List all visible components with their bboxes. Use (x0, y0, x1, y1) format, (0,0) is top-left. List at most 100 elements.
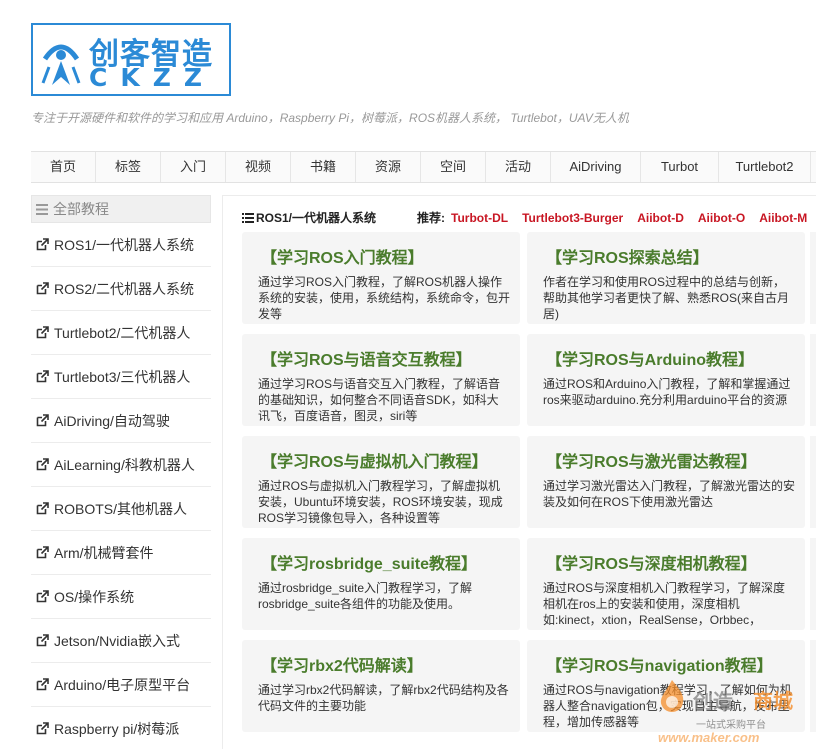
nav-item-video[interactable]: 视频 (226, 152, 291, 182)
sidebar-item[interactable]: ROS1/一代机器人系统 (31, 223, 211, 267)
card-description: 通过rosbridge_suite入门教程学习，了解rosbridge_suit… (258, 581, 473, 611)
recommend-link-turtlebot3-burger[interactable]: Turtlebot3-Burger (522, 211, 623, 225)
tutorial-card[interactable]: 【学习ROS与navigation教程】 通过ROS与navigation教程学习… (527, 640, 805, 732)
card-title[interactable]: 【学习ROS与激光雷达教程】 (546, 448, 757, 472)
sidebar-item-label: Turtlebot3/三代机器人 (54, 368, 191, 385)
tutorial-card[interactable]: 【学习rosbridge_suite教程】通过rosbridge_suite入门… (242, 538, 520, 630)
card-title[interactable]: 【学习ROS与语音交互教程】 (261, 346, 472, 370)
card-description: 作者在学习和使用ROS过程中的总结与创新，帮助其他学习者更快了解、熟悉ROS(来… (543, 275, 790, 321)
external-link-icon (36, 458, 49, 471)
card-title[interactable]: 【学习ROS探索总结】 (546, 244, 709, 268)
partial-card (810, 436, 816, 528)
sidebar-item-label: ROS2/二代机器人系统 (54, 280, 195, 297)
sidebar-item[interactable]: OS/操作系统 (31, 575, 211, 619)
nav-item-turbot[interactable]: Turbot (641, 152, 719, 182)
external-link-icon (36, 282, 49, 295)
sidebar-item[interactable]: Arm/机械臂套件 (31, 531, 211, 575)
sidebar-item[interactable]: AiLearning/科教机器人 (31, 443, 211, 487)
section-header: ROS1/一代机器人系统 推荐: Turbot-DL Turtlebot3-Bu… (242, 209, 816, 226)
card-description: 通过ROS与深度相机入门教程学习，了解深度相机在ros上的安装和使用，深度相机如… (543, 581, 786, 627)
list-icon (242, 212, 254, 223)
sidebar-header-label: 全部教程 (53, 201, 109, 217)
sidebar: 全部教程 ROS1/一代机器人系统 ROS2/二代机器人系统 Turtlebot2/… (31, 195, 211, 749)
card-description: 通过ROS与虚拟机入门教程学习，了解虚拟机安装，Ubuntu环境安装，ROS环境… (258, 479, 503, 525)
card-title[interactable]: 【学习rbx2代码解读】 (261, 652, 423, 676)
partial-card (810, 334, 816, 426)
sidebar-item-label: Arduino/电子原型平台 (54, 676, 191, 693)
sidebar-item[interactable]: Raspberry pi/树莓派 (31, 707, 211, 749)
sidebar-item-label: ROBOTS/其他机器人 (54, 500, 188, 517)
sidebar-item-label: ROS1/一代机器人系统 (54, 236, 195, 253)
list-icon (36, 203, 48, 215)
tutorial-card[interactable]: 【学习rbx2代码解读】通过学习rbx2代码解读，了解rbx2代码结构及各代码文… (242, 640, 520, 732)
nav-item-events[interactable]: 活动 (486, 152, 551, 182)
tutorial-card[interactable]: 【学习ROS与Arduino教程】通过ROS和Arduino入门教程，了解和掌握… (527, 334, 805, 426)
sidebar-item-label: AiDriving/自动驾驶 (54, 412, 170, 429)
external-link-icon (36, 722, 49, 735)
nav-item-home[interactable]: 首页 (31, 152, 96, 182)
maker-emblem-icon (41, 44, 81, 85)
sidebar-item[interactable]: Turtlebot2/二代机器人 (31, 311, 211, 355)
card-title[interactable]: 【学习ROS与navigation教程】 (546, 652, 773, 676)
recommend-link-turbot-dl[interactable]: Turbot-DL (451, 211, 508, 225)
partial-card (810, 640, 816, 732)
external-link-icon (36, 370, 49, 383)
nav-item-aidriving[interactable]: AiDriving (551, 152, 641, 182)
section-title: ROS1/一代机器人系统 (242, 209, 376, 226)
card-title[interactable]: 【学习ROS与Arduino教程】 (546, 346, 754, 370)
external-link-icon (36, 326, 49, 339)
partial-card (810, 538, 816, 630)
card-title[interactable]: 【学习ROS入门教程】 (261, 244, 424, 268)
recommend-label: 推荐: (417, 211, 446, 225)
nav-item-intro[interactable]: 入门 (161, 152, 226, 182)
logo-text-en: CKZZ (89, 63, 215, 92)
main-nav: 首页 标签 入门 视频 书籍 资源 空间 活动 AiDriving Turbot… (31, 151, 816, 183)
card-description: 通过学习ROS入门教程，了解ROS机器人操作系统的安装，使用，系统结构，系统命令… (258, 275, 511, 321)
nav-item-resources[interactable]: 资源 (356, 152, 421, 182)
tutorial-card[interactable]: 【学习ROS入门教程】通过学习ROS入门教程，了解ROS机器人操作系统的安装，使… (242, 232, 520, 324)
external-link-icon (36, 590, 49, 603)
sidebar-item-label: Turtlebot2/二代机器人 (54, 324, 191, 341)
card-description: 通过学习rbx2代码解读，了解rbx2代码结构及各代码文件的主要功能 (258, 683, 509, 713)
card-title[interactable]: 【学习ROS与深度相机教程】 (546, 550, 757, 574)
recommend-link-aiibot-o[interactable]: Aiibot-O (698, 211, 745, 225)
tutorial-card[interactable]: 【学习ROS与虚拟机入门教程】通过ROS与虚拟机入门教程学习，了解虚拟机安装，U… (242, 436, 520, 528)
card-description: 通过学习ROS与语音交互入门教程，了解语音的基础知识，如何整合不同语音SDK，如… (258, 377, 501, 423)
nav-item-books[interactable]: 书籍 (291, 152, 356, 182)
nav-item-space[interactable]: 空间 (421, 152, 486, 182)
main-content: ROS1/一代机器人系统 推荐: Turbot-DL Turtlebot3-Bu… (222, 195, 816, 749)
sidebar-item[interactable]: Turtlebot3/三代机器人 (31, 355, 211, 399)
external-link-icon (36, 634, 49, 647)
sidebar-item[interactable]: Jetson/Nvidia嵌入式 (31, 619, 211, 663)
sidebar-item-label: Jetson/Nvidia嵌入式 (54, 632, 181, 649)
external-link-icon (36, 546, 49, 559)
sidebar-item[interactable]: Arduino/电子原型平台 (31, 663, 211, 707)
sidebar-item-label: Arm/机械臂套件 (54, 544, 154, 561)
external-link-icon (36, 414, 49, 427)
site-tagline: 专注于开源硬件和软件的学习和应用 Arduino，Raspberry Pi，树莓… (31, 111, 629, 125)
sidebar-item[interactable]: AiDriving/自动驾驶 (31, 399, 211, 443)
sidebar-header: 全部教程 (31, 195, 211, 223)
recommend-link-aiibot-d[interactable]: Aiibot-D (637, 211, 684, 225)
section-title-label: ROS1/一代机器人系统 (256, 211, 377, 225)
sidebar-item[interactable]: ROBOTS/其他机器人 (31, 487, 211, 531)
external-link-icon (36, 502, 49, 515)
card-description: 通过ROS和Arduino入门教程，了解和掌握通过ros来驱动arduino.充… (543, 377, 791, 407)
card-title[interactable]: 【学习rosbridge_suite教程】 (261, 550, 477, 574)
nav-item-tags[interactable]: 标签 (96, 152, 161, 182)
external-link-icon (36, 238, 49, 251)
nav-item-turtlebot2[interactable]: Turtlebot2 (719, 152, 811, 182)
recommend-link-aiibot-m[interactable]: Aiibot-M (759, 211, 807, 225)
tutorial-card[interactable]: 【学习ROS探索总结】作者在学习和使用ROS过程中的总结与创新，帮助其他学习者更… (527, 232, 805, 324)
card-description: 通过学习激光雷达入门教程，了解激光雷达的安装及如何在ROS下使用激光雷达 (543, 479, 796, 509)
tutorial-card[interactable]: 【学习ROS与激光雷达教程】通过学习激光雷达入门教程，了解激光雷达的安装及如何在… (527, 436, 805, 528)
external-link-icon (36, 678, 49, 691)
partial-card (810, 232, 816, 324)
tutorial-card[interactable]: 【学习ROS与深度相机教程】通过ROS与深度相机入门教程学习，了解深度相机在ro… (527, 538, 805, 630)
card-title[interactable]: 【学习ROS与虚拟机入门教程】 (261, 448, 488, 472)
tutorial-card[interactable]: 【学习ROS与语音交互教程】通过学习ROS与语音交互入门教程，了解语音的基础知识… (242, 334, 520, 426)
site-logo[interactable]: 创客智造 CKZZ (31, 23, 231, 96)
sidebar-item[interactable]: ROS2/二代机器人系统 (31, 267, 211, 311)
sidebar-item-label: Raspberry pi/树莓派 (54, 720, 180, 737)
sidebar-item-label: AiLearning/科教机器人 (54, 456, 195, 473)
